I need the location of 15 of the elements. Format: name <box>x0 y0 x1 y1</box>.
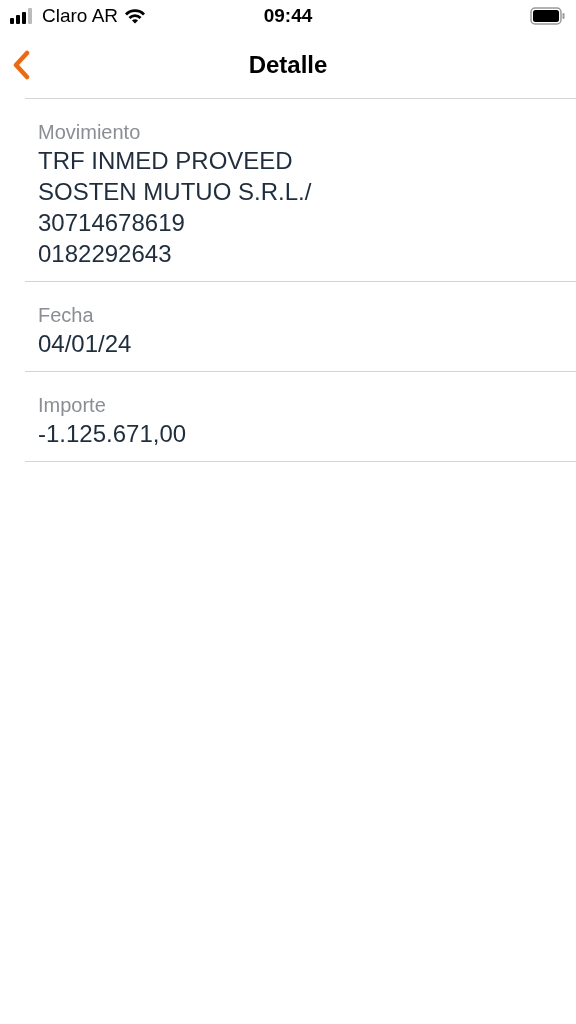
field-value: -1.125.671,00 <box>38 419 187 449</box>
field-value: 0182292643 <box>38 239 172 269</box>
wifi-icon <box>124 8 147 24</box>
field-value: SOSTEN MUTUO S.R.L./ <box>38 177 312 207</box>
field-label: Movimiento <box>38 120 141 145</box>
chevron-left-icon <box>12 50 30 80</box>
field-label: Fecha <box>38 303 94 328</box>
field-value: 04/01/24 <box>38 329 132 359</box>
field-value: 30714678619 <box>38 208 185 238</box>
field-value: TRF INMED PROVEED <box>38 146 293 176</box>
carrier-name: Claro AR <box>42 5 119 27</box>
field-label: Importe <box>38 393 106 418</box>
page-title: Detalle <box>248 51 328 79</box>
battery-icon <box>530 7 566 25</box>
clock: 09:44 <box>263 5 313 27</box>
